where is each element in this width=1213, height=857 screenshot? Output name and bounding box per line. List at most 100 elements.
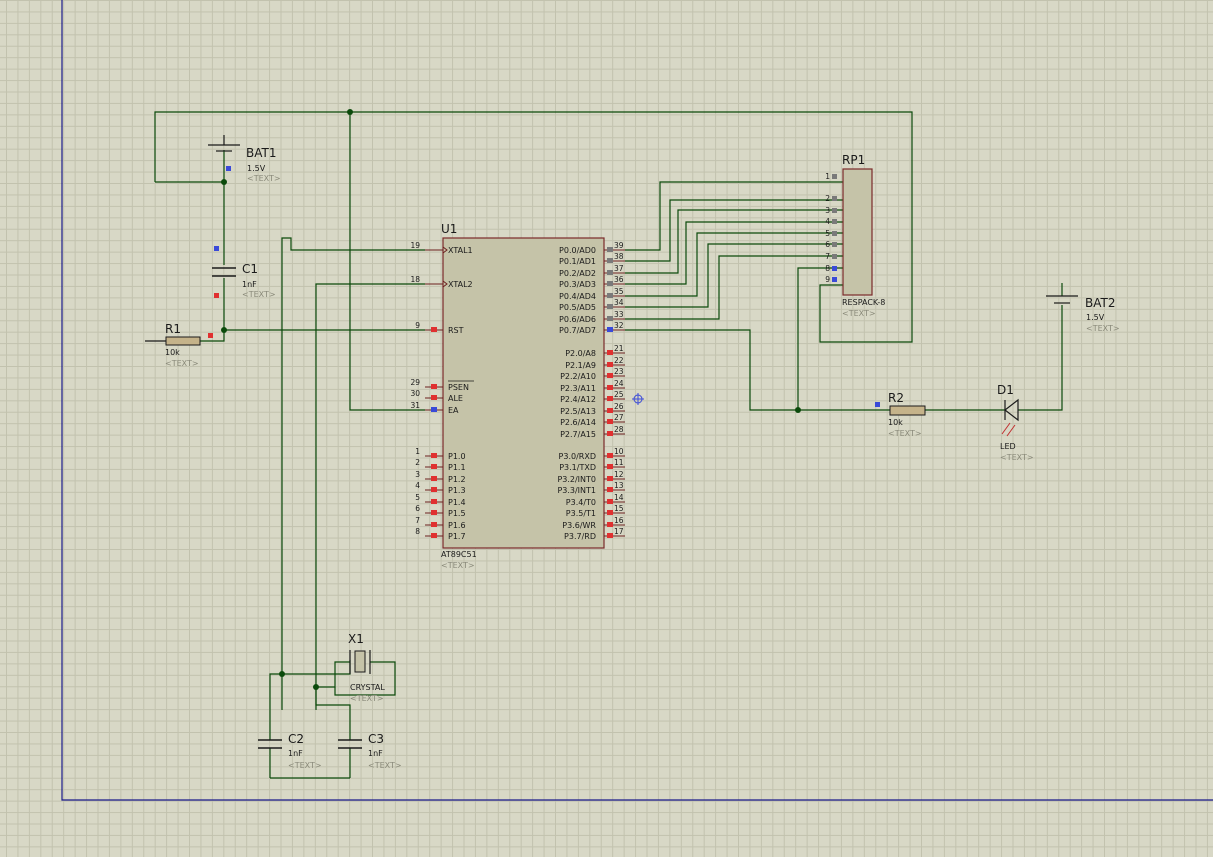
u1-pin-label: P0.7/AD7	[559, 326, 596, 335]
u1-pin-number: 18	[410, 275, 420, 284]
u1-pin-number: 32	[614, 321, 624, 330]
c3-ref: C3	[368, 732, 384, 746]
u1-pin-number: 35	[614, 287, 624, 296]
u1-pin-label: P1.5	[448, 509, 466, 518]
bat1-value: 1.5V	[247, 164, 266, 173]
u1-pin-label: RST	[448, 326, 464, 335]
cursor-crosshair-icon	[632, 393, 644, 405]
bat1-ref: BAT1	[246, 146, 276, 160]
rp1-pin-9[interactable]: 9	[825, 275, 837, 284]
u1-pin-label: P1.1	[448, 463, 466, 472]
c2-symbol[interactable]: C2 1nF <TEXT>	[258, 732, 322, 770]
u1-pin-number: 34	[614, 298, 624, 307]
u1-pin-number: 17	[614, 527, 624, 536]
rp1-ref: RP1	[842, 153, 865, 167]
u1-pin-label: P3.3/INT1	[557, 486, 596, 495]
rp1-pin-number: 6	[825, 240, 830, 249]
u1-pin-number: 4	[415, 481, 420, 490]
u1-chip[interactable]: U1 AT89C51 <TEXT> 19XTAL118XTAL29RST29PS…	[410, 222, 625, 570]
u1-pin-label: P2.0/A8	[565, 349, 596, 358]
rp1-value: RESPACK-8	[842, 298, 885, 307]
c3-value: 1nF	[368, 749, 383, 758]
rp1-text: <TEXT>	[842, 309, 876, 318]
u1-pin-label: P1.3	[448, 486, 466, 495]
r2-text: <TEXT>	[888, 429, 922, 438]
rp1-pin-number: 8	[825, 264, 830, 273]
x1-crystal[interactable]: X1 CRYSTAL <TEXT>	[348, 632, 385, 703]
u1-pin-number: 7	[415, 516, 420, 525]
u1-pin-number: 6	[415, 504, 420, 513]
u1-pin-label: P1.6	[448, 521, 466, 530]
bat2-ref: BAT2	[1085, 296, 1115, 310]
u1-pin-number: 26	[614, 402, 624, 411]
d1-ref: D1	[997, 383, 1014, 397]
c3-symbol[interactable]: C3 1nF <TEXT>	[338, 732, 402, 770]
c1-value: 1nF	[242, 280, 257, 289]
u1-pin-number: 29	[410, 378, 420, 387]
u1-pin-number: 31	[410, 401, 420, 410]
u1-pin-label: P2.5/A13	[560, 407, 596, 416]
u1-pin-number: 2	[415, 458, 420, 467]
u1-pin-number: 15	[614, 504, 624, 513]
u1-pin-number: 28	[614, 425, 624, 434]
rp1-pin-number: 5	[825, 229, 830, 238]
d1-led[interactable]: D1 LED <TEXT>	[997, 383, 1034, 462]
u1-pin-number: 10	[614, 447, 624, 456]
wires	[154, 111, 1063, 779]
bat1-text: <TEXT>	[247, 174, 281, 183]
r2-symbol[interactable]: R2 10k <TEXT>	[875, 391, 926, 438]
u1-pin-number: 38	[614, 252, 624, 261]
c1-symbol[interactable]: C1 1nF <TEXT>	[212, 246, 276, 299]
r2-ref: R2	[888, 391, 904, 405]
rp1-pin-number: 2	[825, 194, 830, 203]
c1-text: <TEXT>	[242, 290, 276, 299]
u1-pin-label: P1.4	[448, 498, 466, 507]
u1-pin-number: 30	[410, 389, 420, 398]
bat2-value: 1.5V	[1086, 313, 1105, 322]
u1-pin-label: P0.4/AD4	[559, 292, 596, 301]
c2-value: 1nF	[288, 749, 303, 758]
u1-pin-label: P3.0/RXD	[559, 452, 596, 461]
u1-pin-label: P2.6/A14	[560, 418, 596, 427]
u1-pin-label: P0.1/AD1	[559, 257, 596, 266]
u1-pin-label: P0.2/AD2	[559, 269, 596, 278]
u1-pin-number: 37	[614, 264, 624, 273]
rp1-pin-number: 1	[825, 172, 830, 181]
schematic-svg[interactable]: BAT1 1.5V <TEXT> C1 1nF <TEXT> R1 10k <T…	[0, 0, 1213, 857]
u1-ref: U1	[441, 222, 457, 236]
r2-value: 10k	[888, 418, 903, 427]
d1-value: LED	[1000, 442, 1016, 451]
u1-pin-label: P0.6/AD6	[559, 315, 596, 324]
u1-pin-label: P3.7/RD	[564, 532, 596, 541]
u1-value: AT89C51	[441, 550, 477, 559]
rp1-pin-1[interactable]: 1	[825, 172, 837, 181]
u1-pin-number: 12	[614, 470, 624, 479]
u1-pin-number: 23	[614, 367, 624, 376]
u1-pin-number: 39	[614, 241, 624, 250]
u1-pin-number: 9	[415, 321, 420, 330]
u1-pin-label: P0.5/AD5	[559, 303, 596, 312]
u1-pin-number: 19	[410, 241, 420, 250]
u1-pin-label: P1.7	[448, 532, 466, 541]
r1-text: <TEXT>	[165, 359, 199, 368]
r1-symbol[interactable]: R1 10k <TEXT>	[145, 322, 213, 368]
u1-pin-label: P1.0	[448, 452, 466, 461]
u1-pin-number: 11	[614, 458, 624, 467]
r1-value: 10k	[165, 348, 180, 357]
rp1-pin-2[interactable]: 2	[825, 194, 837, 203]
u1-pin-number: 3	[415, 470, 420, 479]
u1-pin-label: P3.5/T1	[566, 509, 596, 518]
rp1-respack[interactable]: RP1 RESPACK-8 <TEXT> 1 2 3 4 5 6 7 8 9	[825, 153, 885, 318]
x1-value: CRYSTAL	[350, 683, 385, 692]
u1-pin-label: P3.6/WR	[562, 521, 596, 530]
d1-text: <TEXT>	[1000, 453, 1034, 462]
u1-pin-number: 36	[614, 275, 624, 284]
u1-pin-label: ALE	[448, 394, 463, 403]
bat2-symbol[interactable]: BAT2 1.5V <TEXT>	[1046, 295, 1120, 333]
u1-pin-label: EA	[448, 406, 459, 415]
rp1-pins: 1 2 3 4 5 6 7 8 9	[825, 172, 837, 284]
u1-pin-number: 27	[614, 413, 624, 422]
c1-ref: C1	[242, 262, 258, 276]
u1-pin-number: 33	[614, 310, 624, 319]
bat1-symbol[interactable]: BAT1 1.5V <TEXT>	[208, 135, 281, 183]
